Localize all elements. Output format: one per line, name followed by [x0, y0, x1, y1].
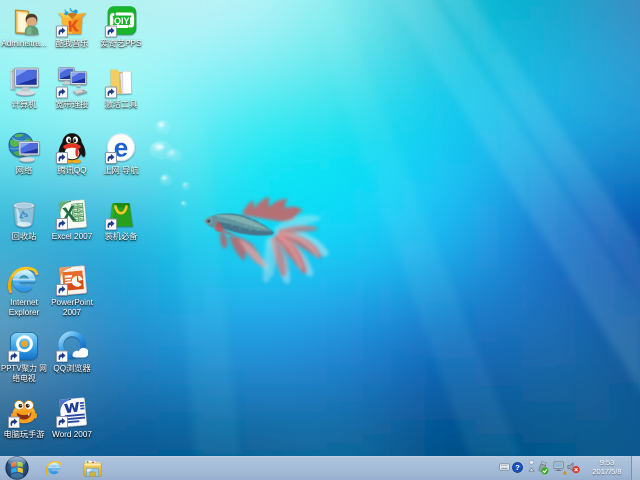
svg-text:iQIYI: iQIYI [112, 16, 133, 26]
svg-text:?: ? [515, 463, 520, 472]
